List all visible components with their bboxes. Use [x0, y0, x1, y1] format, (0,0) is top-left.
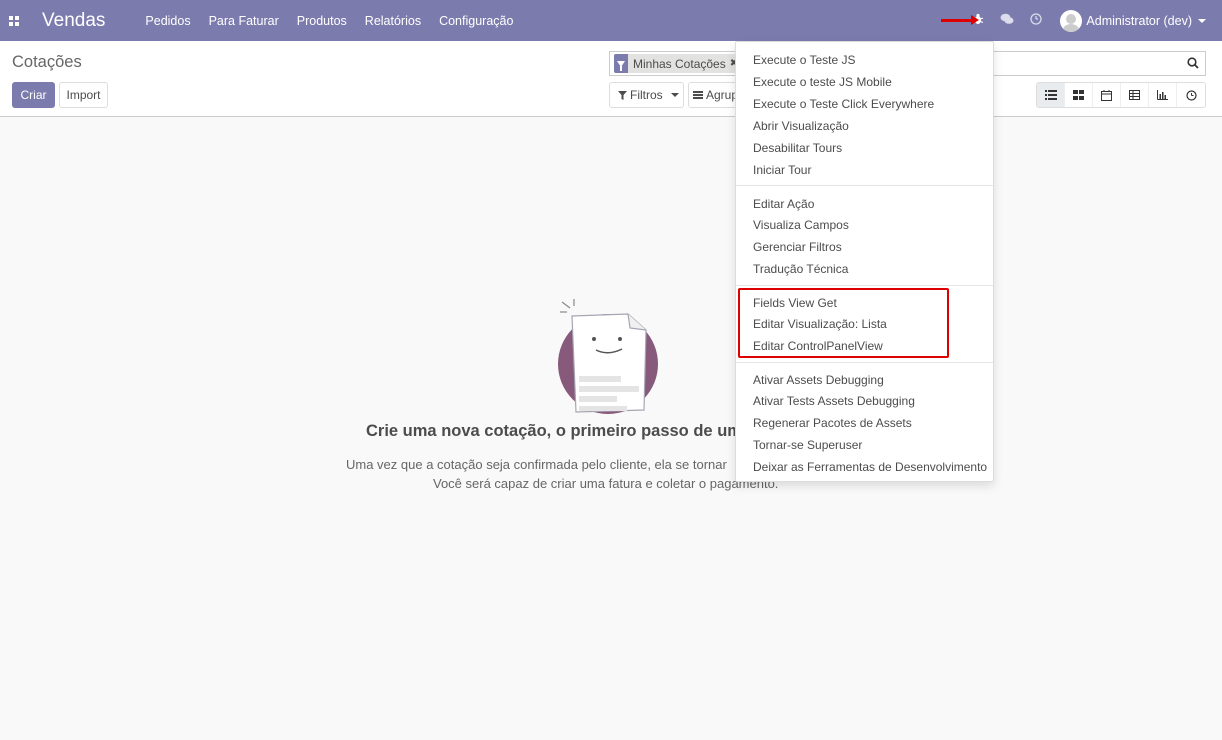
menu-divider	[736, 185, 993, 186]
filters-button[interactable]: Filtros	[609, 82, 684, 108]
filters-label: Filtros	[630, 88, 663, 102]
pivot-view-icon[interactable]	[1121, 83, 1149, 107]
systray: Administrator (dev)	[956, 0, 1206, 41]
annotation-arrow	[941, 15, 979, 25]
facet-label: Minhas Cotações	[633, 56, 726, 71]
debug-item-regenerate-assets[interactable]: Regenerar Pacotes de Assets	[753, 416, 912, 430]
main-menu: Pedidos Para Faturar Produtos Relatórios…	[145, 14, 531, 28]
debug-item-leave-developer-tools[interactable]: Deixar as Ferramentas de Desenvolvimento	[753, 460, 987, 474]
debug-item-view-fields[interactable]: Visualiza Campos	[753, 218, 849, 232]
create-button[interactable]: Criar	[12, 82, 55, 108]
chat-icon[interactable]	[1000, 13, 1014, 29]
empty-state-text: Uma vez que a cotação seja confirmada pe…	[346, 457, 727, 472]
debug-item-technical-translation[interactable]: Tradução Técnica	[753, 262, 848, 276]
debug-item-activate-tests-assets-debugging[interactable]: Ativar Tests Assets Debugging	[753, 394, 915, 408]
chevron-down-icon[interactable]	[1198, 18, 1206, 23]
activity-view-icon[interactable]	[1177, 83, 1205, 107]
graph-view-icon[interactable]	[1149, 83, 1177, 107]
debug-item-run-js-mobile-tests[interactable]: Execute o teste JS Mobile	[753, 75, 892, 89]
empty-state-title: Crie uma nova cotação, o primeiro passo …	[366, 422, 742, 440]
debug-item-activate-assets-debugging[interactable]: Ativar Assets Debugging	[753, 373, 884, 387]
import-button[interactable]: Import	[59, 82, 108, 108]
search-icon[interactable]	[1187, 57, 1199, 69]
list-icon	[693, 91, 703, 99]
search-facet: Minhas Cotações ✖	[614, 54, 743, 73]
group-by-label: Agrup	[706, 88, 739, 102]
top-navbar: Vendas Pedidos Para Faturar Produtos Rel…	[0, 0, 1222, 41]
menu-divider	[736, 285, 993, 286]
filter-icon	[614, 54, 628, 73]
avatar[interactable]	[1060, 9, 1083, 32]
filter-icon	[618, 90, 627, 100]
annotation-highlight-box	[738, 288, 949, 358]
menu-item-para-faturar[interactable]: Para Faturar	[209, 14, 279, 28]
chevron-down-icon	[670, 93, 679, 97]
menu-item-configuracao[interactable]: Configuração	[439, 14, 513, 28]
menu-item-produtos[interactable]: Produtos	[297, 14, 347, 28]
menu-item-relatorios[interactable]: Relatórios	[365, 14, 421, 28]
debug-item-become-superuser[interactable]: Tornar-se Superuser	[753, 438, 862, 452]
breadcrumb: Cotações	[12, 53, 82, 71]
debug-item-manage-filters[interactable]: Gerenciar Filtros	[753, 240, 842, 254]
user-menu-label[interactable]: Administrator (dev)	[1086, 14, 1192, 28]
debug-item-open-view[interactable]: Abrir Visualização	[753, 119, 849, 133]
debug-item-edit-action[interactable]: Editar Ação	[753, 197, 814, 211]
calendar-view-icon[interactable]	[1093, 83, 1121, 107]
app-brand[interactable]: Vendas	[42, 10, 105, 32]
clock-icon[interactable]	[1030, 12, 1043, 29]
view-switcher	[1036, 82, 1206, 108]
debug-item-run-click-everywhere[interactable]: Execute o Teste Click Everywhere	[753, 97, 934, 111]
kanban-view-icon[interactable]	[1065, 83, 1093, 107]
list-view-icon[interactable]	[1037, 83, 1065, 107]
control-panel: Cotações Criar Import Minhas Cotações ✖ …	[0, 41, 1222, 117]
debug-item-start-tour[interactable]: Iniciar Tour	[753, 163, 811, 177]
debug-menu-dropdown: Execute o Teste JS Execute o teste JS Mo…	[735, 41, 994, 482]
debug-item-disable-tours[interactable]: Desabilitar Tours	[753, 141, 842, 155]
apps-menu-icon[interactable]	[2, 0, 26, 41]
menu-item-pedidos[interactable]: Pedidos	[145, 14, 190, 28]
debug-item-run-js-tests[interactable]: Execute o Teste JS	[753, 53, 856, 67]
menu-divider	[736, 362, 993, 363]
empty-state-illustration	[558, 299, 658, 414]
empty-state-text: Você será capaz de criar uma fatura e co…	[433, 476, 779, 491]
